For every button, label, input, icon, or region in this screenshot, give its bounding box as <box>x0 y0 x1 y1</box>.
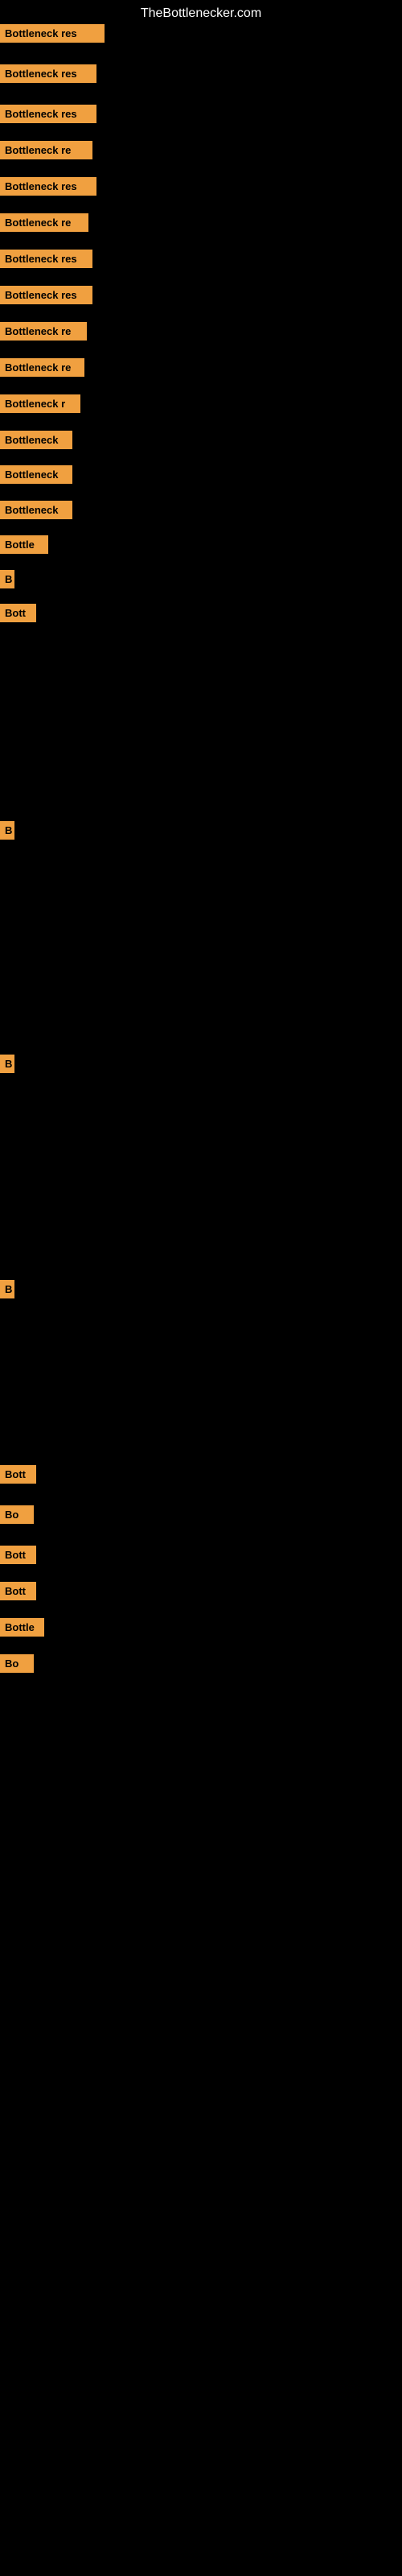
bottleneck-item-5: Bottleneck res <box>0 177 96 196</box>
bottleneck-item-3: Bottleneck res <box>0 105 96 123</box>
bottleneck-item-12: Bottleneck <box>0 431 72 449</box>
site-title: TheBottlenecker.com <box>0 0 402 27</box>
bottleneck-item-25: Bottle <box>0 1618 44 1637</box>
bottleneck-item-10: Bottleneck re <box>0 358 84 377</box>
bottleneck-item-18: B <box>0 821 14 840</box>
bottleneck-item-1: Bottleneck res <box>0 24 105 43</box>
bottleneck-item-4: Bottleneck re <box>0 141 92 159</box>
bottleneck-item-16: B <box>0 570 14 588</box>
bottleneck-item-9: Bottleneck re <box>0 322 87 341</box>
bottleneck-item-8: Bottleneck res <box>0 286 92 304</box>
bottleneck-item-6: Bottleneck re <box>0 213 88 232</box>
bottleneck-item-23: Bott <box>0 1546 36 1564</box>
bottleneck-item-22: Bo <box>0 1505 34 1524</box>
bottleneck-item-20: B <box>0 1280 14 1298</box>
bottleneck-item-21: Bott <box>0 1465 36 1484</box>
bottleneck-item-2: Bottleneck res <box>0 64 96 83</box>
bottleneck-item-14: Bottleneck <box>0 501 72 519</box>
bottleneck-item-7: Bottleneck res <box>0 250 92 268</box>
bottleneck-item-26: Bo <box>0 1654 34 1673</box>
bottleneck-item-15: Bottle <box>0 535 48 554</box>
bottleneck-item-11: Bottleneck r <box>0 394 80 413</box>
bottleneck-item-13: Bottleneck <box>0 465 72 484</box>
bottleneck-item-17: Bott <box>0 604 36 622</box>
bottleneck-item-19: B <box>0 1055 14 1073</box>
bottleneck-item-24: Bott <box>0 1582 36 1600</box>
